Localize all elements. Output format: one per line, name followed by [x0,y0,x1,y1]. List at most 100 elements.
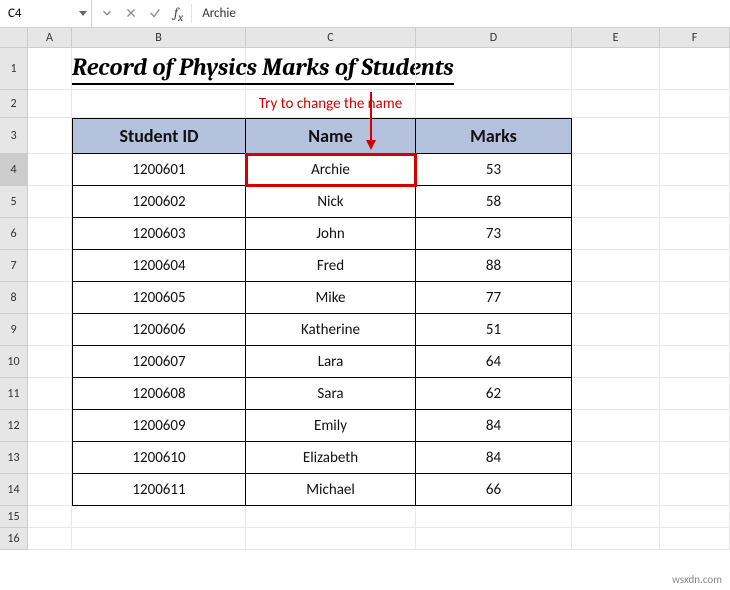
row-header-16[interactable]: 16 [0,528,28,550]
cell-F1[interactable] [660,48,730,90]
cell-C14[interactable]: Michael [246,474,416,506]
cell-C9[interactable]: Katherine [246,314,416,346]
cell-E15[interactable] [572,506,660,528]
header-student-id[interactable]: Student ID [72,118,246,154]
cell-D4[interactable]: 53 [416,154,572,186]
cell-D6[interactable]: 73 [416,218,572,250]
row-header-9[interactable]: 9 [0,314,28,346]
row-header-14[interactable]: 14 [0,474,28,506]
cell-F15[interactable] [660,506,730,528]
cell-D12[interactable]: 84 [416,410,572,442]
col-header-E[interactable]: E [572,28,660,47]
row-header-13[interactable]: 13 [0,442,28,474]
cell-D13[interactable]: 84 [416,442,572,474]
cell-A5[interactable] [28,186,72,218]
cell-B2[interactable] [72,90,246,118]
cell-F3[interactable] [660,118,730,154]
cell-A9[interactable] [28,314,72,346]
cell-E1[interactable] [572,48,660,90]
col-header-D[interactable]: D [416,28,572,47]
cell-D5[interactable]: 58 [416,186,572,218]
cell-A7[interactable] [28,250,72,282]
cell-B11[interactable]: 1200608 [72,378,246,410]
row-header-10[interactable]: 10 [0,346,28,378]
cell-A15[interactable] [28,506,72,528]
cell-C1[interactable] [246,48,416,90]
cell-B13[interactable]: 1200610 [72,442,246,474]
cell-C11[interactable]: Sara [246,378,416,410]
formula-input[interactable]: Archie [192,6,236,21]
cell-B8[interactable]: 1200605 [72,282,246,314]
cell-C10[interactable]: Lara [246,346,416,378]
cell-B5[interactable]: 1200602 [72,186,246,218]
col-header-F[interactable]: F [660,28,730,47]
cell-E8[interactable] [572,282,660,314]
cell-A14[interactable] [28,474,72,506]
cell-F14[interactable] [660,474,730,506]
cell-A6[interactable] [28,218,72,250]
cell-A10[interactable] [28,346,72,378]
row-header-3[interactable]: 3 [0,118,28,154]
cell-C12[interactable]: Emily [246,410,416,442]
cell-B10[interactable]: 1200607 [72,346,246,378]
cell-C13[interactable]: Elizabeth [246,442,416,474]
cell-A16[interactable] [28,528,72,550]
cell-D10[interactable]: 64 [416,346,572,378]
cell-F10[interactable] [660,346,730,378]
cell-C6[interactable]: John [246,218,416,250]
cell-F12[interactable] [660,410,730,442]
cell-F13[interactable] [660,442,730,474]
cell-A8[interactable] [28,282,72,314]
row-header-12[interactable]: 12 [0,410,28,442]
row-header-2[interactable]: 2 [0,90,28,118]
cell-C7[interactable]: Fred [246,250,416,282]
cell-A13[interactable] [28,442,72,474]
cell-F11[interactable] [660,378,730,410]
cell-A12[interactable] [28,410,72,442]
dropdown-icon[interactable] [100,6,114,20]
cell-B4[interactable]: 1200601 [72,154,246,186]
cell-E2[interactable] [572,90,660,118]
cell-F7[interactable] [660,250,730,282]
cell-D11[interactable]: 62 [416,378,572,410]
row-header-7[interactable]: 7 [0,250,28,282]
cell-E10[interactable] [572,346,660,378]
cell-B16[interactable] [72,528,246,550]
cell-A4[interactable] [28,154,72,186]
cell-C15[interactable] [246,506,416,528]
cell-E14[interactable] [572,474,660,506]
cell-A11[interactable] [28,378,72,410]
cell-B15[interactable] [72,506,246,528]
cell-C16[interactable] [246,528,416,550]
cell-F9[interactable] [660,314,730,346]
cell-D15[interactable] [416,506,572,528]
cell-F2[interactable] [660,90,730,118]
cell-B9[interactable]: 1200606 [72,314,246,346]
cell-D7[interactable]: 88 [416,250,572,282]
row-header-5[interactable]: 5 [0,186,28,218]
row-header-11[interactable]: 11 [0,378,28,410]
cell-E4[interactable] [572,154,660,186]
cell-D16[interactable] [416,528,572,550]
cell-B6[interactable]: 1200603 [72,218,246,250]
cell-D14[interactable]: 66 [416,474,572,506]
cell-E7[interactable] [572,250,660,282]
cell-E3[interactable] [572,118,660,154]
header-marks[interactable]: Marks [416,118,572,154]
row-header-6[interactable]: 6 [0,218,28,250]
row-header-4[interactable]: 4 [0,154,28,186]
cell-C5[interactable]: Nick [246,186,416,218]
col-header-A[interactable]: A [28,28,72,47]
cell-F8[interactable] [660,282,730,314]
cell-E5[interactable] [572,186,660,218]
cell-E6[interactable] [572,218,660,250]
cell-F6[interactable] [660,218,730,250]
cell-A1[interactable] [28,48,72,90]
cell-B7[interactable]: 1200604 [72,250,246,282]
row-header-15[interactable]: 15 [0,506,28,528]
cell-C2[interactable]: Try to change the name [246,90,416,118]
cell-F5[interactable] [660,186,730,218]
cell-A2[interactable] [28,90,72,118]
cell-E16[interactable] [572,528,660,550]
confirm-icon[interactable] [148,6,162,20]
